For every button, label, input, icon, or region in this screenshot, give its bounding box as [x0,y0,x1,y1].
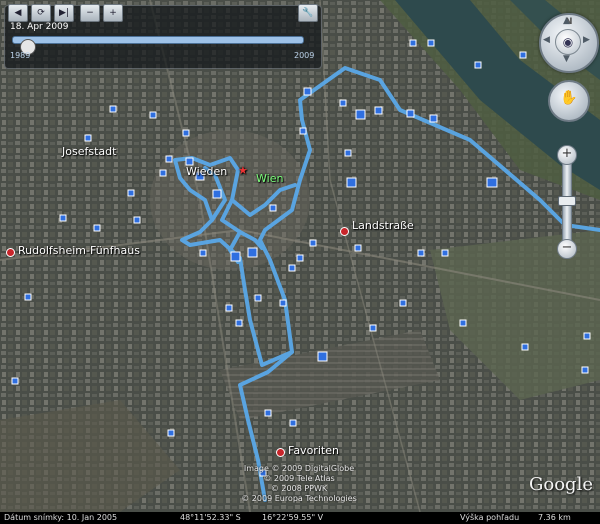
label-wien: Wien [256,172,284,185]
label-favoriten: Favoriten [288,444,339,457]
eye-icon[interactable]: ◉ [555,29,581,55]
copyright-text: Image © 2009 DigitalGlobe © 2009 Tele At… [239,464,359,504]
time-slider-end-year: 2009 [294,51,315,60]
copyright-line: © 2009 Tele Atlas [263,474,335,483]
step-icon[interactable]: ▶| [54,4,74,22]
label-landstrasse: Landstraße [352,219,414,232]
status-image-date: Dátum snímky: 10. Jan 2005 [4,513,118,522]
zoom-minus-icon[interactable]: − [557,239,577,259]
map-view[interactable]: Josefstadt Rudolfsheim-Fünfhaus Landstra… [0,0,600,524]
arrow-up-icon[interactable]: ▲ [563,16,570,26]
zoom-in-icon[interactable]: + [103,4,123,22]
pin-landstrasse[interactable] [340,227,349,236]
label-josefstadt: Josefstadt [62,145,117,158]
copyright-line: © 2009 Europa Technologies [241,494,357,503]
refresh-icon[interactable]: ⟳ [31,4,51,22]
arrow-left-icon[interactable]: ◀ [543,35,550,45]
time-slider-track[interactable] [12,36,304,44]
copyright-line: Image © 2009 DigitalGlobe [243,464,355,473]
capital-star-icon[interactable]: ★ [238,164,248,177]
zoom-slider-knob[interactable] [558,196,576,206]
wrench-icon[interactable]: 🔧 [298,4,318,22]
pin-favoriten[interactable] [276,448,285,457]
status-longitude: 16°22'59.55" V [262,513,324,522]
time-slider-start-year: 1989 [10,51,31,60]
arrow-down-icon[interactable]: ▼ [563,54,570,64]
status-elevation-value: 7.36 km [538,513,571,522]
pin-rudolfsheim[interactable] [6,248,15,257]
status-bar: Dátum snímky: 10. Jan 2005 48°11'52.33" … [0,512,600,524]
arrow-right-icon[interactable]: ▶ [583,35,590,45]
zoom-out-icon[interactable]: − [80,4,100,22]
hand-icon[interactable]: ✋ [560,90,577,106]
google-logo: Google [529,474,593,495]
copyright-line: © 2008 PPWK [270,484,328,493]
label-wieden: Wieden [186,165,228,178]
zoom-plus-icon[interactable]: + [557,145,577,165]
label-rudolfsheim: Rudolfsheim-Fünfhaus [18,244,140,257]
play-icon[interactable]: ◀ [8,4,28,22]
status-latitude: 48°11'52.33" S [180,513,241,522]
time-slider-date: 18. Apr 2009 [10,22,69,32]
status-elevation-label: Výška pohľadu [460,513,520,522]
